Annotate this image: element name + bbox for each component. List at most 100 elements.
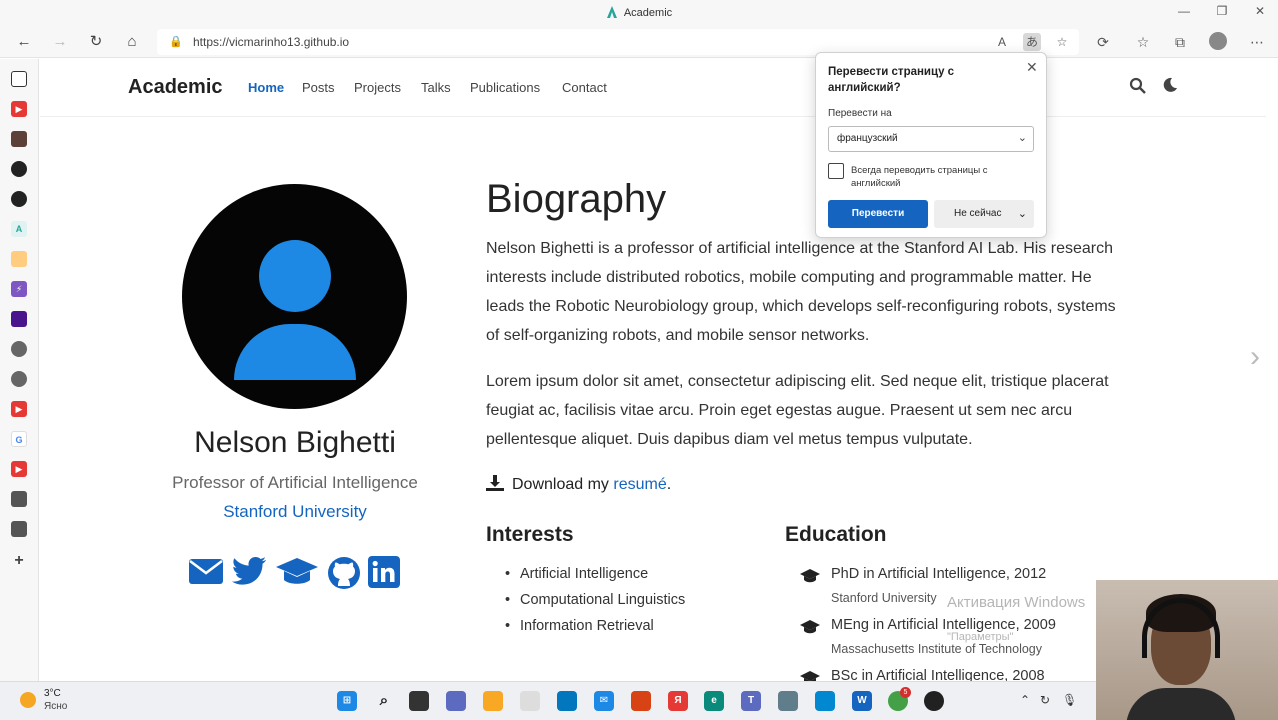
tab-icon[interactable] xyxy=(11,311,27,327)
graduation-cap-icon xyxy=(800,569,820,583)
nav-projects[interactable]: Projects xyxy=(354,80,401,95)
interest-item: Computational Linguistics xyxy=(505,592,685,608)
profile-avatar-icon[interactable] xyxy=(1209,32,1227,50)
youtube-tab-icon[interactable]: ▶ xyxy=(11,401,27,417)
search-taskbar-icon[interactable]: ⌕ xyxy=(374,691,394,711)
sync-icon[interactable]: ↻ xyxy=(1040,693,1050,707)
read-aloud-icon[interactable]: A xyxy=(993,33,1011,51)
site-brand[interactable]: Academic xyxy=(128,76,223,99)
target-language-select[interactable]: французский ⌄ xyxy=(828,126,1034,152)
yandex-icon[interactable]: Я xyxy=(668,691,688,711)
start-icon[interactable]: ⊞ xyxy=(337,691,357,711)
notepad-icon[interactable] xyxy=(520,691,540,711)
browser-toolbar: ← → ↻ ⌂ 🔒 https://vicmarinho13.github.io… xyxy=(0,26,1278,58)
email-icon[interactable] xyxy=(188,556,226,592)
edge-icon[interactable]: e xyxy=(704,691,724,711)
download-icon xyxy=(486,475,504,491)
lock-icon: 🔒 xyxy=(169,36,183,48)
home-icon[interactable]: ⌂ xyxy=(122,32,142,52)
education-course: BSc in Artificial Intelligence, 2008 xyxy=(831,668,1045,681)
tab-icon[interactable] xyxy=(11,521,27,537)
github-tab-icon[interactable] xyxy=(11,191,27,207)
store-icon[interactable] xyxy=(557,691,577,711)
translate-popup: Перевести страницу с английский? ✕ Перев… xyxy=(815,52,1047,238)
office-icon[interactable] xyxy=(631,691,651,711)
minimize-button[interactable]: — xyxy=(1174,4,1194,18)
teams-icon[interactable]: T xyxy=(741,691,761,711)
more-menu-icon[interactable]: ⋯ xyxy=(1247,32,1267,52)
extensions-icon[interactable]: ⟳ xyxy=(1093,32,1113,52)
url-text[interactable]: https://vicmarinho13.github.io xyxy=(193,35,349,49)
tab-icon[interactable] xyxy=(11,251,27,267)
maximize-button[interactable]: ❐ xyxy=(1212,4,1232,18)
chevron-down-icon[interactable]: ⌄ xyxy=(1018,200,1027,228)
app-icon[interactable] xyxy=(924,691,944,711)
search-icon[interactable] xyxy=(1129,77,1146,98)
chat-icon[interactable] xyxy=(446,691,466,711)
refresh-icon[interactable]: ↻ xyxy=(86,32,106,52)
google-tab-icon[interactable]: G xyxy=(11,431,27,447)
favorite-add-icon[interactable]: ☆ xyxy=(1053,33,1071,51)
academic-logo-icon xyxy=(606,6,617,18)
close-window-button[interactable]: ✕ xyxy=(1250,4,1270,18)
nav-publications[interactable]: Publications xyxy=(470,80,540,95)
task-view-icon[interactable] xyxy=(409,691,429,711)
notification-badge: 5 xyxy=(900,687,911,698)
github-icon[interactable] xyxy=(326,556,364,592)
chevron-up-icon[interactable]: ⌃ xyxy=(1020,693,1030,707)
microphone-icon[interactable]: 🎙 xyxy=(1062,693,1077,707)
not-now-button[interactable]: Не сейчас ⌄ xyxy=(934,200,1034,228)
youtube-tab-icon[interactable]: ▶ xyxy=(11,101,27,117)
new-tab-icon[interactable]: + xyxy=(11,553,27,569)
selected-language: французский xyxy=(837,133,898,144)
translate-button[interactable]: Перевести xyxy=(828,200,928,228)
nav-home[interactable]: Home xyxy=(248,80,284,95)
github-tab-icon[interactable] xyxy=(11,161,27,177)
twitter-icon[interactable] xyxy=(231,556,270,592)
weather-temperature[interactable]: 3°C xyxy=(44,688,61,699)
windows-activation-watermark: Активация Windows xyxy=(947,594,1086,611)
chevron-down-icon: ⌄ xyxy=(1017,132,1027,144)
close-icon[interactable]: ✕ xyxy=(1026,59,1038,76)
windows-taskbar: 3°C Ясно ⊞ ⌕ ✉ Я e T W 5 ⌃ ↻ 🎙 xyxy=(0,681,1278,720)
person-organization[interactable]: Stanford University xyxy=(120,502,470,522)
mail-icon[interactable]: ✉ xyxy=(594,691,614,711)
dark-mode-icon[interactable] xyxy=(1162,77,1178,97)
interests-heading: Interests xyxy=(486,523,574,546)
word-icon[interactable]: W xyxy=(852,691,872,711)
weather-description[interactable]: Ясно xyxy=(44,701,67,712)
tab-icon[interactable] xyxy=(11,491,27,507)
translate-icon[interactable]: あ xyxy=(1023,33,1041,51)
tab-actions-icon[interactable] xyxy=(11,71,27,87)
chevron-right-icon[interactable]: › xyxy=(1250,340,1260,374)
forward-icon[interactable]: → xyxy=(50,32,70,52)
biography-paragraph-1: Nelson Bighetti is a professor of artifi… xyxy=(486,240,1116,344)
app-icon[interactable] xyxy=(778,691,798,711)
nav-posts[interactable]: Posts xyxy=(302,80,335,95)
back-icon[interactable]: ← xyxy=(14,32,34,52)
education-heading: Education xyxy=(785,523,887,546)
weather-moon-icon[interactable] xyxy=(20,692,36,708)
linkedin-icon[interactable] xyxy=(367,556,405,592)
academic-tab-icon[interactable]: A xyxy=(11,221,27,237)
resume-link[interactable]: resumé xyxy=(613,476,666,493)
always-translate-checkbox[interactable] xyxy=(828,163,844,179)
nav-talks[interactable]: Talks xyxy=(421,80,451,95)
collections-icon[interactable]: ⧉ xyxy=(1170,32,1190,52)
person-name: Nelson Bighetti xyxy=(194,426,396,459)
file-explorer-icon[interactable] xyxy=(483,691,503,711)
vertical-tabs-sidebar: ▶ A ⚡ ▶ G ▶ + xyxy=(0,59,39,681)
graduation-cap-icon[interactable] xyxy=(275,556,318,592)
nav-contact[interactable]: Contact xyxy=(562,80,607,95)
window-title: Academic xyxy=(0,6,1278,19)
window-title-bar: Academic — ❐ ✕ xyxy=(0,0,1278,26)
person-role: Professor of Artificial Intelligence xyxy=(172,473,418,492)
youtube-tab-icon[interactable]: ▶ xyxy=(11,461,27,477)
github-tab-icon[interactable] xyxy=(11,341,27,357)
app-icon[interactable] xyxy=(815,691,835,711)
github-tab-icon[interactable] xyxy=(11,371,27,387)
tab-icon[interactable] xyxy=(11,131,27,147)
tab-icon[interactable]: ⚡ xyxy=(11,281,27,297)
education-course: PhD in Artificial Intelligence, 2012 xyxy=(831,566,1047,582)
favorites-icon[interactable]: ☆ xyxy=(1133,32,1153,52)
